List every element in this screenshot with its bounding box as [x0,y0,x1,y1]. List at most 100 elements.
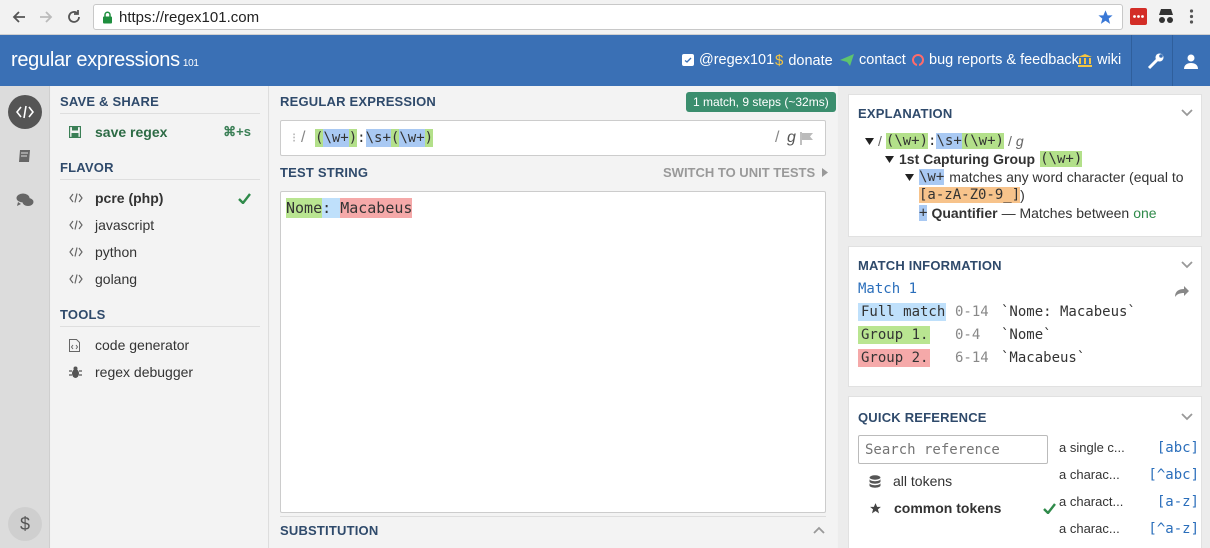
reference-token-row[interactable]: a single c... [abc] [1059,440,1199,456]
twitter-icon [682,54,694,66]
drag-handle-icon[interactable]: ⁝ [292,130,296,146]
quick-reference-panel: QUICK REFERENCE all tokens common tokens… [848,396,1202,548]
checkmark-icon [1043,502,1057,514]
save-share-heading: SAVE & SHARE [60,94,260,114]
regex-heading: REGULAR EXPRESSION [280,94,437,109]
forward-arrow-icon [40,11,53,23]
code-file-icon [69,338,95,352]
browser-menu-icon[interactable] [1189,8,1194,25]
chevron-down-icon[interactable] [1181,413,1193,421]
address-bar[interactable]: https://regex101.com [93,4,1123,30]
regex-editor-button[interactable] [8,95,42,129]
substitution-heading: SUBSTITUTION [280,523,379,538]
book-icon [19,150,30,162]
site-logo[interactable]: regular expressions 101 [11,49,199,72]
header-divider [1131,35,1132,86]
test-token: : [322,198,332,218]
reference-token-row[interactable]: a charact... [a-z] [1059,494,1199,510]
explanation-token: (\w+) [961,133,1004,149]
site-header: regular expressions 101 @regex101 $ donat… [0,35,1210,86]
chat-button[interactable] [8,183,42,217]
match-row: Group 2. 6-14 `Macabeus` [858,349,1085,367]
test-string-heading: TEST STRING [280,165,369,180]
back-button[interactable] [8,7,30,27]
code-icon [69,220,95,230]
reload-button[interactable] [63,7,85,27]
browser-toolbar: https://regex101.com [0,0,1210,35]
regex-input[interactable]: ⁝ / (\w+): \s+(\w+) / g [280,120,826,156]
bookmark-star-icon[interactable] [1097,9,1114,26]
quick-reference-heading: QUICK REFERENCE [858,410,987,425]
explanation-line: 1st Capturing Group (\w+) [885,151,1083,167]
explanation-panel: EXPLANATION / (\w+): \s+ (\w+) / g 1st Cap… [848,94,1202,237]
regex-debugger-button[interactable]: regex debugger [69,361,259,383]
caret-right-icon [822,168,829,177]
explanation-line: / (\w+): \s+ (\w+) / g [865,133,1024,149]
bank-icon [1078,53,1092,67]
explanation-heading: EXPLANATION [858,106,953,121]
donate-link[interactable]: $ donate [775,52,833,69]
explanation-line: + Quantifier — Matches between one [919,205,1157,221]
match-status-badge: 1 match, 9 steps (~32ms) [686,92,836,112]
explanation-token: : [928,133,937,149]
explanation-line: [a-zA-Z0-9_] ) [919,187,1025,203]
lastpass-extension-icon[interactable] [1130,8,1147,25]
search-reference-input[interactable] [858,435,1048,464]
test-string-content: Nome: Macabeus [286,198,413,218]
save-regex-button[interactable]: save regex ⌘+s [69,121,259,143]
test-token [331,198,341,218]
match-information-heading: MATCH INFORMATION [858,258,1002,273]
regex-token: ) [348,129,358,147]
match-row: Group 1. 0-4 `Nome` [858,326,1052,344]
code-generator-button[interactable]: code generator [69,334,259,356]
account-button[interactable] [1172,35,1210,86]
flavor-heading: FLAVOR [60,160,260,180]
regex-delimiter-close: / [775,129,780,146]
sponsor-button[interactable]: $ [8,507,42,541]
contact-link[interactable]: contact [840,52,906,68]
share-icon[interactable] [1174,285,1189,297]
regex-flags[interactable]: g [787,129,796,147]
code-icon [16,105,34,119]
chevron-down-icon[interactable] [1181,261,1193,269]
forward-button[interactable] [35,7,57,27]
switch-to-unit-tests-link[interactable]: SWITCH TO UNIT TESTS [663,165,829,180]
category-all-tokens[interactable]: all tokens [869,473,952,489]
settings-button[interactable] [1139,35,1173,86]
category-common-tokens[interactable]: common tokens [869,500,1057,516]
chevron-up-icon[interactable] [813,526,825,534]
save-shortcut: ⌘+s [223,124,251,139]
wrench-icon [1147,53,1164,69]
regex-token: ( [315,129,324,147]
caret-down-icon[interactable] [885,155,894,163]
test-token: Nome [286,198,323,218]
editor-panel: REGULAR EXPRESSION 1 match, 9 steps (~32… [270,86,837,548]
flavor-python[interactable]: python [69,241,259,263]
regex-token: \s+ [365,129,391,147]
incognito-extension-icon[interactable] [1157,8,1175,25]
match-information-panel: MATCH INFORMATION Match 1 Full match 0-1… [848,246,1202,387]
flavor-golang[interactable]: golang [69,268,259,290]
left-icon-rail: $ [0,86,50,548]
reload-icon [68,10,80,23]
substitution-divider [280,516,826,517]
flavor-pcre[interactable]: pcre (php) [69,187,259,209]
url-text: https://regex101.com [119,9,260,26]
reference-token-row[interactable]: a charac... [^abc] [1059,467,1199,483]
code-icon [69,247,95,257]
star-icon [869,502,882,515]
caret-down-icon[interactable] [865,137,874,145]
regex-token: ) [424,129,434,147]
reference-token-row[interactable]: a charac... [^a-z] [1059,521,1199,537]
caret-down-icon[interactable] [905,173,914,181]
database-icon [869,474,881,488]
flavor-javascript[interactable]: javascript [69,214,259,236]
flag-icon[interactable] [800,132,814,145]
wiki-link[interactable]: wiki [1078,52,1121,68]
test-string-input[interactable]: Nome: Macabeus [280,191,826,513]
bug-reports-link[interactable]: bug reports & feedback [912,52,1079,68]
regex-delimiter-open: / [301,129,306,146]
chevron-down-icon[interactable] [1181,109,1193,117]
library-button[interactable] [8,139,42,173]
twitter-link[interactable]: @regex101 [682,52,774,68]
